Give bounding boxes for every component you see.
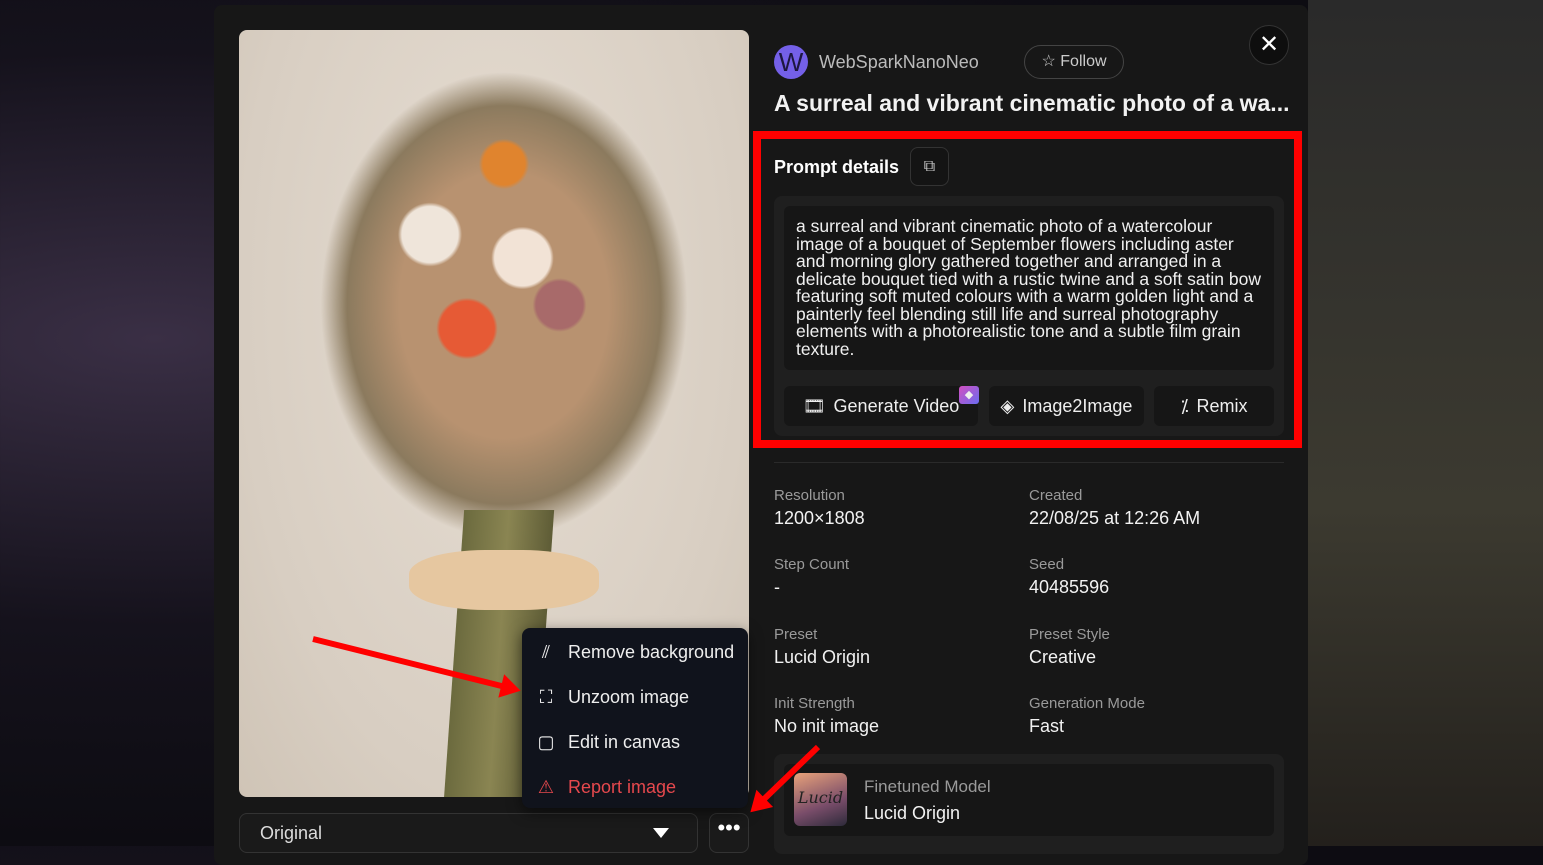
divider	[774, 462, 1284, 463]
menu-item-edit-in-canvas[interactable]: ▢ Edit in canvas	[534, 727, 680, 757]
canvas-icon: ▢	[537, 731, 555, 752]
avatar[interactable]: W	[774, 45, 808, 79]
star-icon: ☆	[1041, 53, 1056, 70]
follow-label: Follow	[1060, 53, 1107, 70]
menu-label: Report image	[568, 776, 677, 797]
detail-seed: Seed 40485596	[1029, 556, 1110, 597]
finetuned-model-card[interactable]	[784, 764, 1274, 836]
menu-item-unzoom-image[interactable]: ⛶ Unzoom image	[534, 682, 689, 712]
finetuned-model: Finetuned Model Lucid Origin	[864, 777, 991, 823]
detail-generation-mode: Generation Mode Fast	[1029, 695, 1145, 736]
image-title: A surreal and vibrant cinematic photo of…	[774, 90, 1290, 116]
detail-created: Created 22/08/25 at 12:26 AM	[1029, 487, 1201, 528]
detail-init-strength: Init Strength No init image	[774, 695, 880, 736]
select-value: Original	[260, 823, 323, 843]
remove-background-icon: ⫽	[541, 641, 551, 662]
menu-label: Edit in canvas	[568, 731, 681, 752]
image-options-menu: ⫽ Remove background ⛶ Unzoom image ▢ Edit i…	[522, 628, 748, 808]
detail-preset-style: Preset Style Creative	[1029, 626, 1110, 667]
close-button[interactable]: ✕	[1249, 25, 1289, 65]
menu-item-remove-background[interactable]: ⫽ Remove background	[534, 637, 734, 667]
model-thumbnail: Lucid	[794, 773, 847, 826]
menu-item-report-image[interactable]: ⚠ Report image	[534, 772, 676, 802]
detail-preset: Preset Lucid Origin	[774, 626, 871, 667]
background-blur	[1308, 0, 1543, 846]
username[interactable]: WebSparkNanoNeo	[819, 52, 979, 73]
caret-down-icon	[653, 828, 669, 838]
highlight-annotation-box	[753, 131, 1302, 448]
warning-icon: ⚠	[537, 776, 555, 797]
unzoom-icon: ⛶	[539, 686, 553, 707]
satin-ribbon	[409, 550, 599, 610]
menu-label: Remove background	[568, 641, 735, 662]
detail-resolution: Resolution 1200×1808	[774, 487, 865, 528]
more-options-button[interactable]: •••	[709, 813, 749, 853]
follow-button[interactable]: ☆ Follow	[1024, 45, 1124, 79]
detail-step-count: Step Count -	[774, 556, 850, 597]
flower-bouquet	[319, 70, 689, 540]
menu-label: Unzoom image	[568, 686, 690, 707]
image-version-select[interactable]: Original	[239, 813, 698, 853]
